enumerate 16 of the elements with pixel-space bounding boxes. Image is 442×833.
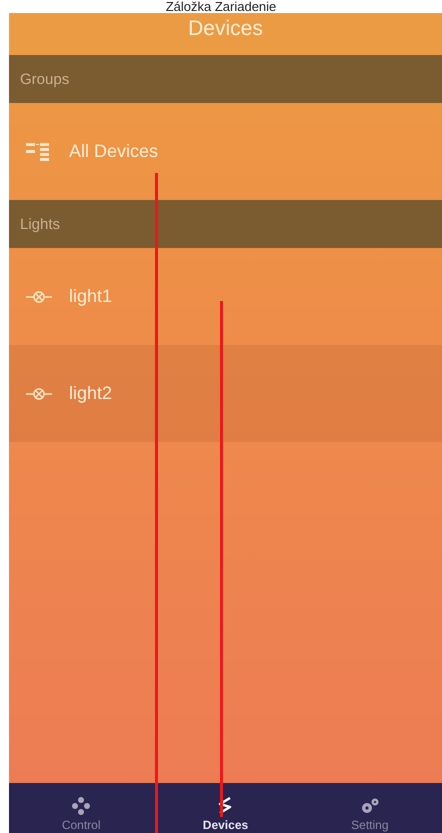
device-label: light2 (69, 383, 112, 404)
section-header: Groups (9, 55, 442, 103)
device-label: All Devices (69, 141, 158, 162)
nav-tab[interactable]: Devices (153, 783, 298, 833)
gears-icon (360, 797, 380, 815)
caption: Záložka Zariadenie (164, 0, 278, 13)
device-label: light1 (69, 286, 112, 307)
diamond-dots-icon (72, 797, 90, 815)
bulb-icon (26, 386, 52, 400)
group-list-icon (26, 142, 52, 162)
nav-tab[interactable]: Setting (298, 783, 442, 833)
section-header: Lights (9, 200, 442, 248)
device-row[interactable]: light1 (9, 248, 442, 345)
device-row[interactable]: light2 (9, 345, 442, 442)
bulb-icon (26, 290, 52, 304)
nav-tab[interactable]: Control (9, 783, 154, 833)
